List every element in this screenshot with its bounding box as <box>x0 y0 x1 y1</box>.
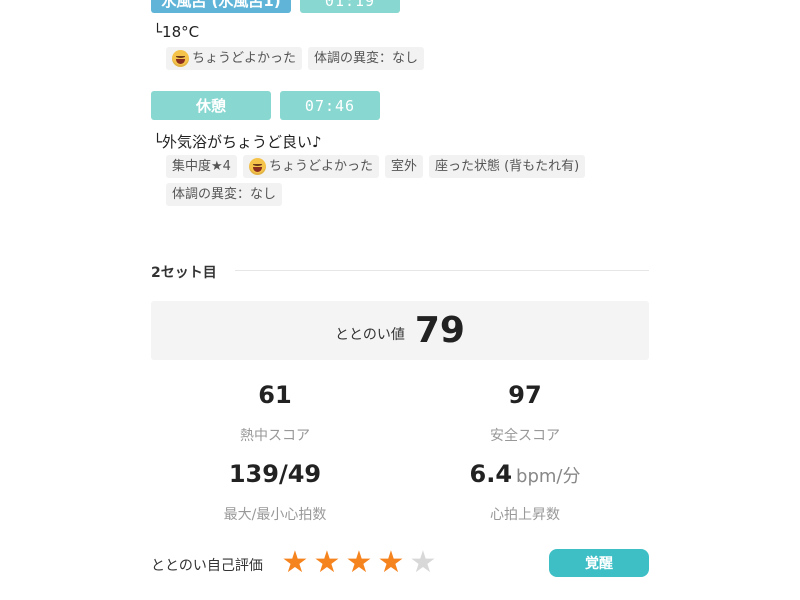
heart-rate-label: 最大/最小心拍数 <box>223 507 327 523</box>
condition-tag: 体調の異変：なし <box>166 183 283 206</box>
hr-increase-metric: 6.4 bpm/分 心拍上昇数 <box>400 458 650 524</box>
safety-score-metric: 97 安全スコア <box>400 379 650 445</box>
star-icon[interactable]: ★ <box>376 545 406 581</box>
star-icon[interactable]: ★ <box>344 545 374 581</box>
awakening-button[interactable]: 覚醒 <box>549 549 649 577</box>
rest-time-chip: 07:46 <box>280 91 380 120</box>
heat-score-label: 熱中スコア <box>240 428 310 444</box>
feeling-tag: ちょうどよかった <box>242 155 379 178</box>
set-title: 2セット目 <box>151 265 217 281</box>
rest-chip: 休憩 <box>151 91 271 120</box>
self-eval-label: ととのい自己評価 <box>151 558 263 574</box>
rest-tags-row2: 体調の異変：なし <box>166 183 283 206</box>
bath-type-chip: 水風呂 (水風呂1) <box>151 0 291 13</box>
grinning-face-icon <box>172 50 189 67</box>
section-divider <box>235 270 649 271</box>
focus-tag: 集中度★4 <box>166 155 237 178</box>
rest-note: └外気浴がちょうど良い♪ <box>153 133 322 151</box>
hr-increase-label: 心拍上昇数 <box>490 507 560 523</box>
totonoi-label: ととのい値 <box>335 326 405 343</box>
totonoi-value: 79 <box>414 310 465 351</box>
hr-increase-value: 6.4 <box>469 460 513 488</box>
grinning-face-icon <box>248 158 266 175</box>
safety-score-value: 97 <box>508 381 542 409</box>
safety-score-label: 安全スコア <box>490 428 560 444</box>
heart-rate-metric: 139/49 最大/最小心拍数 <box>150 458 400 524</box>
bath-tags: ちょうどよかった 体調の異変：なし <box>166 47 425 70</box>
bath-time-chip: 01:19 <box>300 0 400 13</box>
star-icon[interactable]: ★ <box>408 545 438 581</box>
rest-tags-row1: 集中度★4 ちょうどよかった 室外 座った状態 (背もたれ有) <box>166 155 586 178</box>
heat-score-value: 61 <box>258 381 292 409</box>
heat-score-metric: 61 熱中スコア <box>150 379 400 445</box>
heart-rate-value: 139/49 <box>228 460 322 488</box>
totonoi-score-box: ととのい値 79 <box>151 301 649 360</box>
condition-tag: 体調の異変：なし <box>308 47 425 70</box>
star-icon[interactable]: ★ <box>312 545 342 581</box>
location-tag: 室外 <box>384 155 423 178</box>
star-rating[interactable]: ★ ★ ★ ★ ★ <box>280 545 438 581</box>
feeling-tag: ちょうどよかった <box>166 47 303 70</box>
hr-increase-value-wrap: 6.4 bpm/分 <box>400 458 650 490</box>
posture-tag: 座った状態 (背もたれ有) <box>428 155 586 178</box>
page: 水風呂 (水風呂1) 01:19 └18°C ちょうどよかった 体調の異変：なし… <box>0 0 800 600</box>
temperature-note: └18°C <box>153 23 200 41</box>
star-icon[interactable]: ★ <box>280 545 310 581</box>
hr-increase-unit: bpm/分 <box>516 466 581 487</box>
